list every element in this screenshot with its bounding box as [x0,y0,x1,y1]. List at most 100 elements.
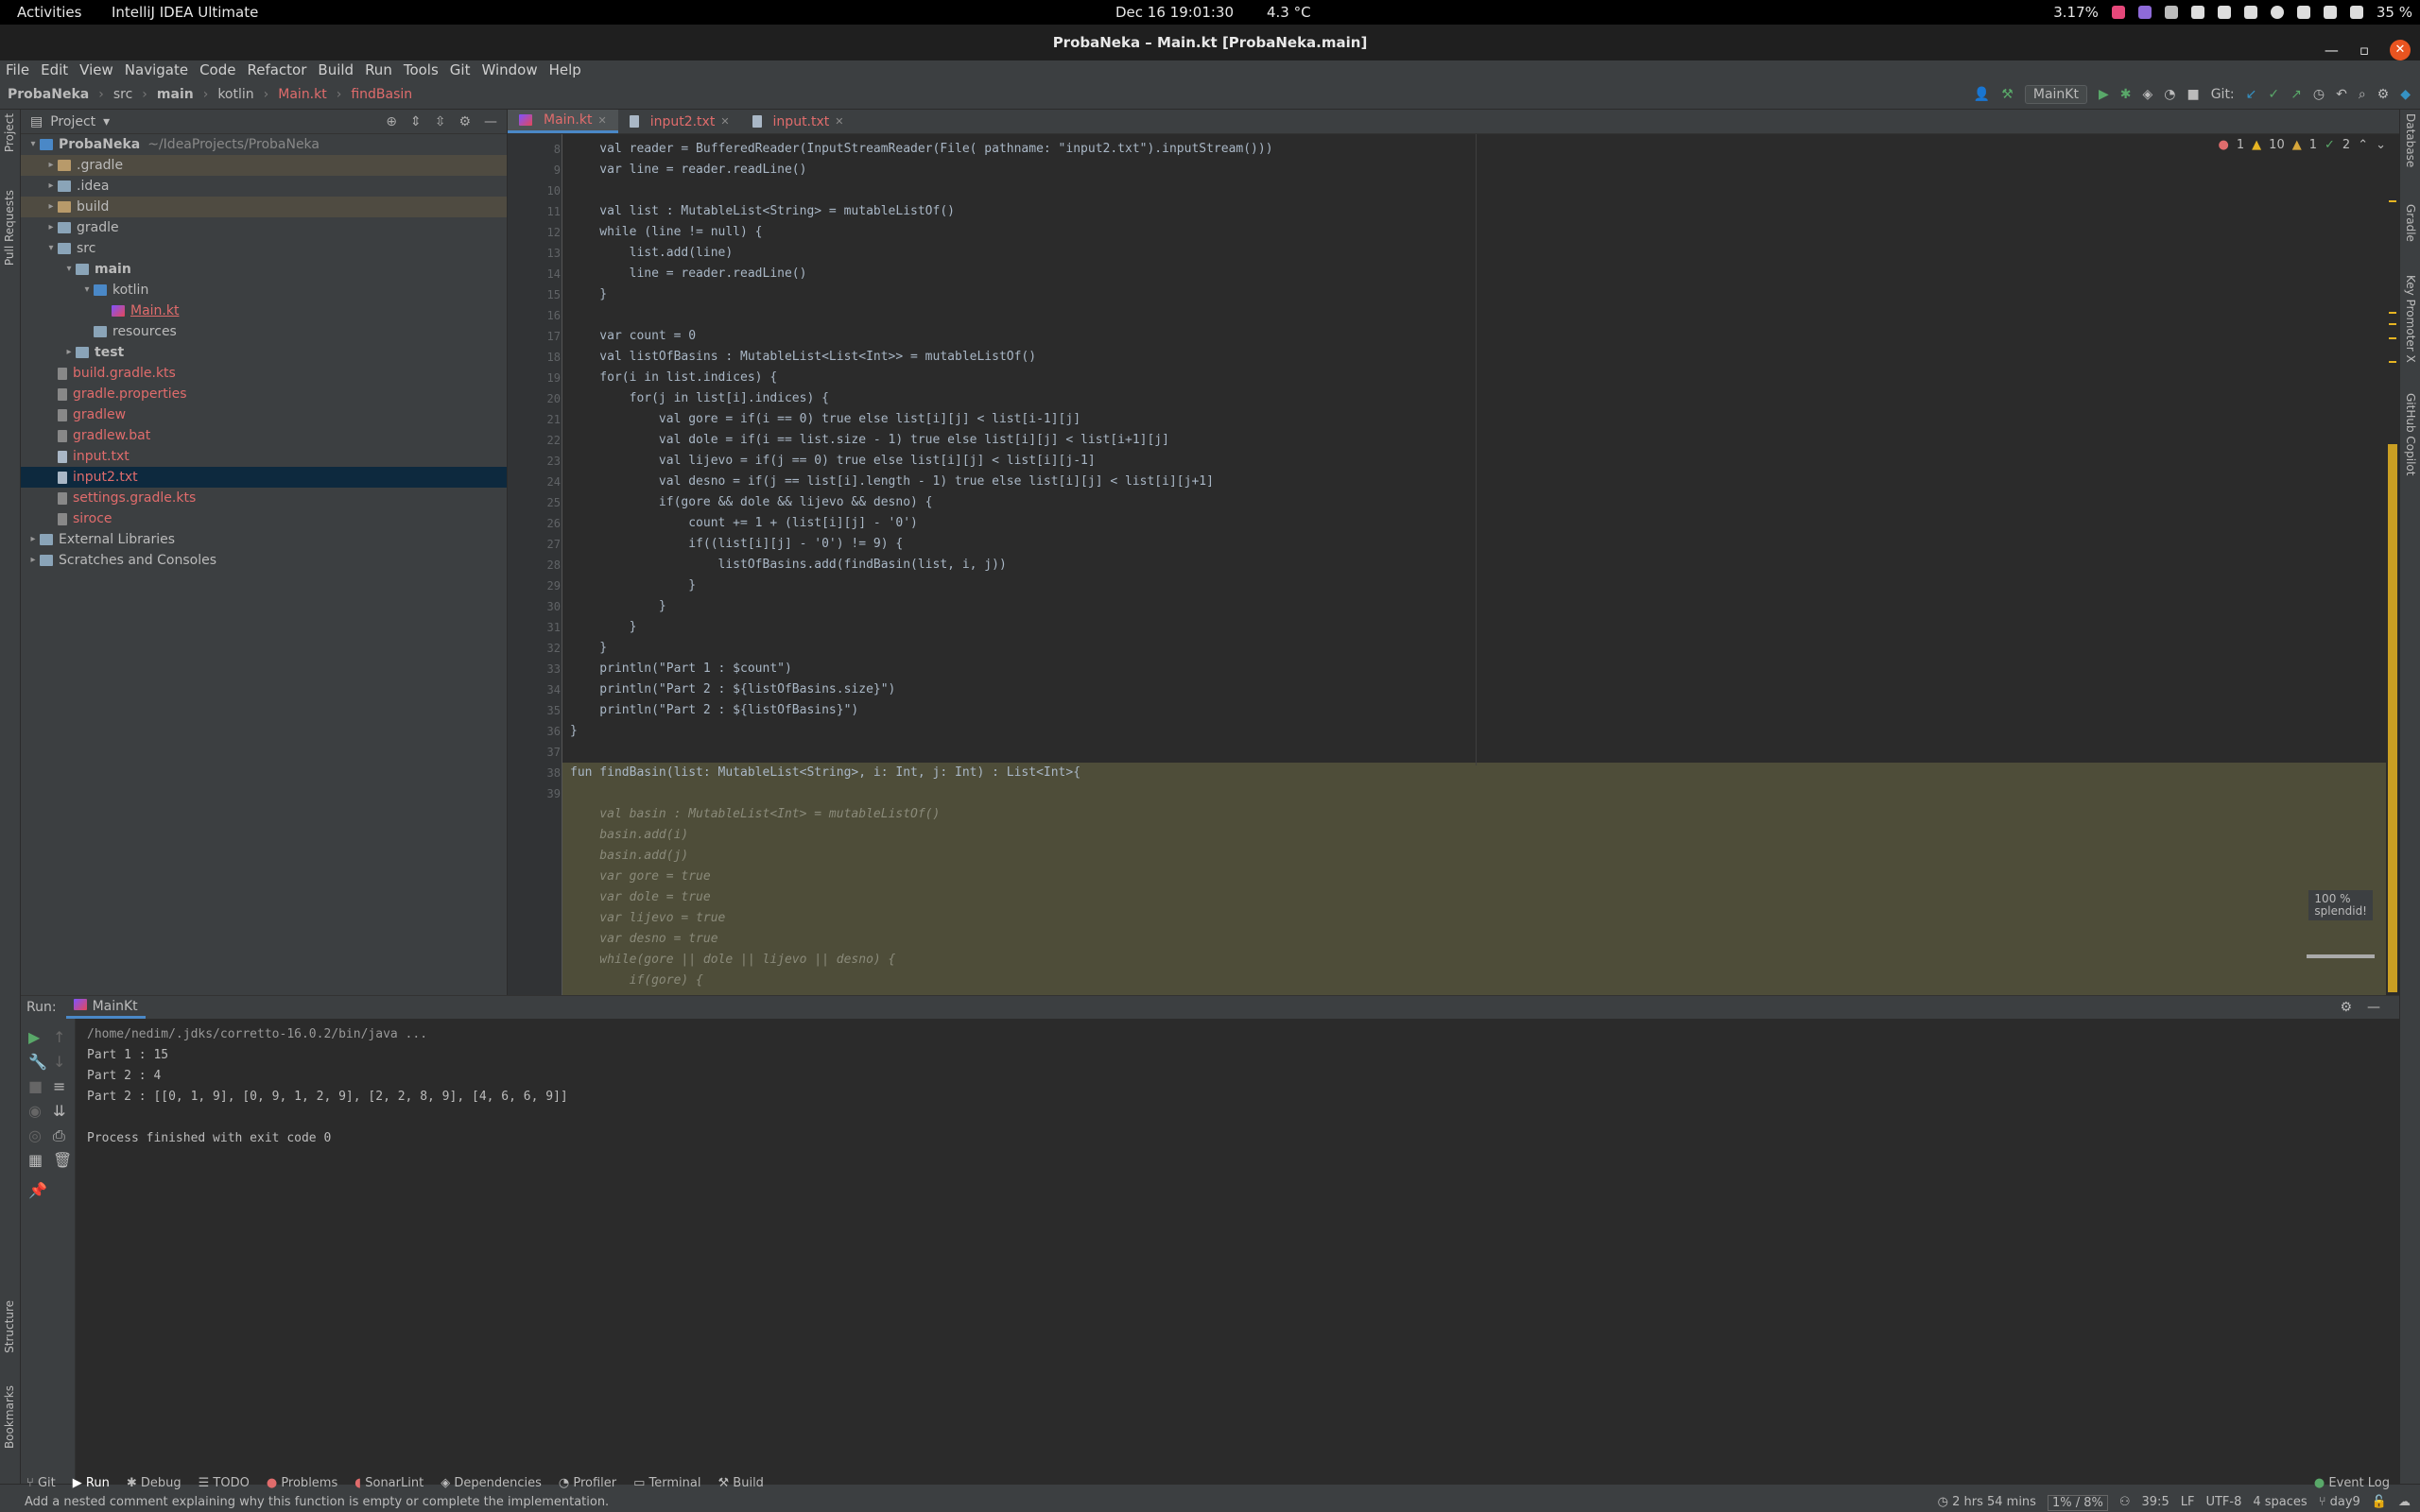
code-line[interactable]: listOfBasins.add(findBasin(list, i, j)) [570,555,1007,576]
event-log-button[interactable]: ● Event Log [2314,1476,2390,1490]
tab-main-kt[interactable]: Main.kt ✕ [508,110,618,133]
user-icon[interactable]: 👤 [1974,87,1990,102]
close-icon[interactable]: ✕ [720,115,729,128]
terminal-tool-button[interactable]: ▭ Terminal [633,1476,700,1490]
structure-tool-button[interactable]: Structure [3,1300,16,1353]
chevron-right-icon[interactable]: ▸ [62,342,76,363]
menu-window[interactable]: Window [475,60,543,81]
breadcrumb-file[interactable]: Main.kt [278,87,326,102]
debug-icon[interactable]: ✱ [2120,87,2132,102]
expand-all-icon[interactable]: ⇕ [410,114,422,129]
breadcrumb-main[interactable]: main [157,87,194,102]
soft-wrap-icon[interactable]: ≡ [53,1077,65,1095]
tree-item[interactable]: ▸ .gradle [21,155,507,176]
tree-item[interactable]: ▸ .idea [21,176,507,197]
menu-view[interactable]: View [74,60,119,81]
tray-app-icon[interactable] [2190,6,2204,19]
trash-icon[interactable]: 🗑 [53,1151,72,1169]
menu-code[interactable]: Code [194,60,241,81]
print-icon[interactable]: ⎙ [53,1126,65,1145]
tree-item[interactable]: input.txt [21,446,507,467]
stop-icon[interactable]: ■ [2187,87,2199,102]
chevron-right-icon[interactable]: ▸ [44,155,58,176]
debug-tool-button[interactable]: ✱ Debug [127,1476,182,1490]
bookmarks-tool-button[interactable]: Bookmarks [3,1385,16,1449]
code-line[interactable]: println("Part 2 : ${listOfBasins.size}") [570,679,895,700]
database-tool-button[interactable]: Database [2404,113,2417,167]
breadcrumb-function[interactable]: findBasin [351,87,412,102]
code-line[interactable]: val lijevo = if(j == 0) true else list[i… [570,451,1096,472]
code-line[interactable]: println("Part 1 : $count") [570,659,792,679]
locate-icon[interactable]: ⊕ [386,114,397,129]
todo-tool-button[interactable]: ☰ TODO [199,1476,250,1490]
code-line[interactable]: val gore = if(i == 0) true else list[i][… [570,409,1080,430]
breadcrumb-src[interactable]: src [113,87,132,102]
chevron-down-icon[interactable]: ▾ [62,259,76,280]
clock[interactable]: Dec 16 19:01:30 [1115,4,1234,21]
editor-scrollbar[interactable] [2386,134,2399,995]
build-tool-button[interactable]: ⚒ Build [718,1476,764,1490]
time-tracker[interactable]: ◷ 2 hrs 54 mins [1938,1495,2036,1511]
code-line[interactable]: val list : MutableList<String> = mutable… [570,201,955,222]
wifi-icon[interactable] [2296,6,2310,19]
chevron-up-icon[interactable]: ⌃ [2358,138,2368,152]
project-tool-button[interactable]: Project [3,113,16,152]
chevron-right-icon[interactable]: ▸ [26,529,40,550]
menu-edit[interactable]: Edit [35,60,74,81]
code-line[interactable]: } [570,596,666,617]
scroll-end-icon[interactable]: ⇊ [53,1102,65,1120]
pin-icon[interactable]: 📌 [28,1181,47,1199]
breadcrumb-kotlin[interactable]: kotlin [217,87,253,102]
tree-item[interactable]: gradlew.bat [21,425,507,446]
tree-item[interactable]: ▸ build [21,197,507,217]
run-tab-mainkt[interactable]: MainKt [65,997,146,1019]
close-icon[interactable]: ✕ [597,114,606,127]
hide-icon[interactable]: — [2367,1000,2380,1015]
rerun-icon[interactable]: ▶ [28,1028,40,1046]
plugin-icon[interactable]: ◆ [2400,87,2411,102]
dependencies-tool-button[interactable]: ◈ Dependencies [441,1476,542,1490]
notifications-icon[interactable]: ☁ [2398,1495,2411,1511]
tab-input-txt[interactable]: input.txt ✕ [741,110,856,133]
camera-icon[interactable]: ◉ [28,1102,42,1120]
console-output[interactable]: /home/nedim/.jdks/corretto-16.0.2/bin/ja… [87,1024,568,1149]
menu-git[interactable]: Git [444,60,476,81]
layout-icon[interactable]: ▦ [28,1151,43,1169]
code-line[interactable]: val dole = if(i == list.size - 1) true e… [570,430,1169,451]
code-line[interactable]: val desno = if(j == list[i].length - 1) … [570,472,1214,492]
code-line[interactable]: val listOfBasins : MutableList<List<Int>… [570,347,1036,368]
run-tool-button[interactable]: ▶ Run [73,1476,110,1490]
active-app-label[interactable]: IntelliJ IDEA Ultimate [112,4,258,21]
clipboard-icon[interactable] [2243,6,2257,19]
code-line[interactable]: if(gore && dole && lijevo && desno) { [570,492,933,513]
code-line[interactable]: var line = reader.readLine() [570,160,806,180]
code-line[interactable]: if((list[i][j] - '0') != 9) { [570,534,903,555]
tree-item[interactable]: resources [21,321,507,342]
gear-icon[interactable]: ⚙ [2340,1000,2352,1015]
chevron-right-icon[interactable]: ▸ [44,197,58,217]
stop-icon[interactable]: ■ [28,1077,43,1095]
wrench-icon[interactable]: 🔧 [28,1053,47,1071]
coverage-icon[interactable]: ◈ [2142,87,2152,102]
code-line[interactable]: list.add(line) [570,243,734,264]
code-line[interactable]: } [570,638,607,659]
chevron-down-icon[interactable]: ▾ [26,134,40,155]
battery-indicator[interactable]: 35 % [2377,4,2412,21]
close-icon[interactable]: ✕ [2390,40,2411,60]
git-tool-button[interactable]: ⑂ Git [26,1476,56,1490]
code-line[interactable]: for(i in list.indices) { [570,368,777,388]
tree-item[interactable]: siroce [21,508,507,529]
memory-indicator[interactable]: 1% / 8% [2047,1495,2108,1511]
tree-item[interactable]: ▸ External Libraries [21,529,507,550]
gear-icon[interactable]: ⚙ [458,114,471,129]
activities-button[interactable]: Activities [17,4,81,21]
menu-file[interactable]: File [0,60,35,81]
chevron-down-icon[interactable]: ▾ [103,114,110,129]
chevron-down-icon[interactable]: ▾ [80,280,94,301]
problems-tool-button[interactable]: ● Problems [267,1476,337,1490]
git-commit-icon[interactable]: ✓ [2268,87,2279,102]
menu-refactor[interactable]: Refactor [241,60,312,81]
tree-item[interactable]: ▾ main [21,259,507,280]
menu-build[interactable]: Build [312,60,359,81]
chevron-right-icon[interactable]: ▸ [44,217,58,238]
